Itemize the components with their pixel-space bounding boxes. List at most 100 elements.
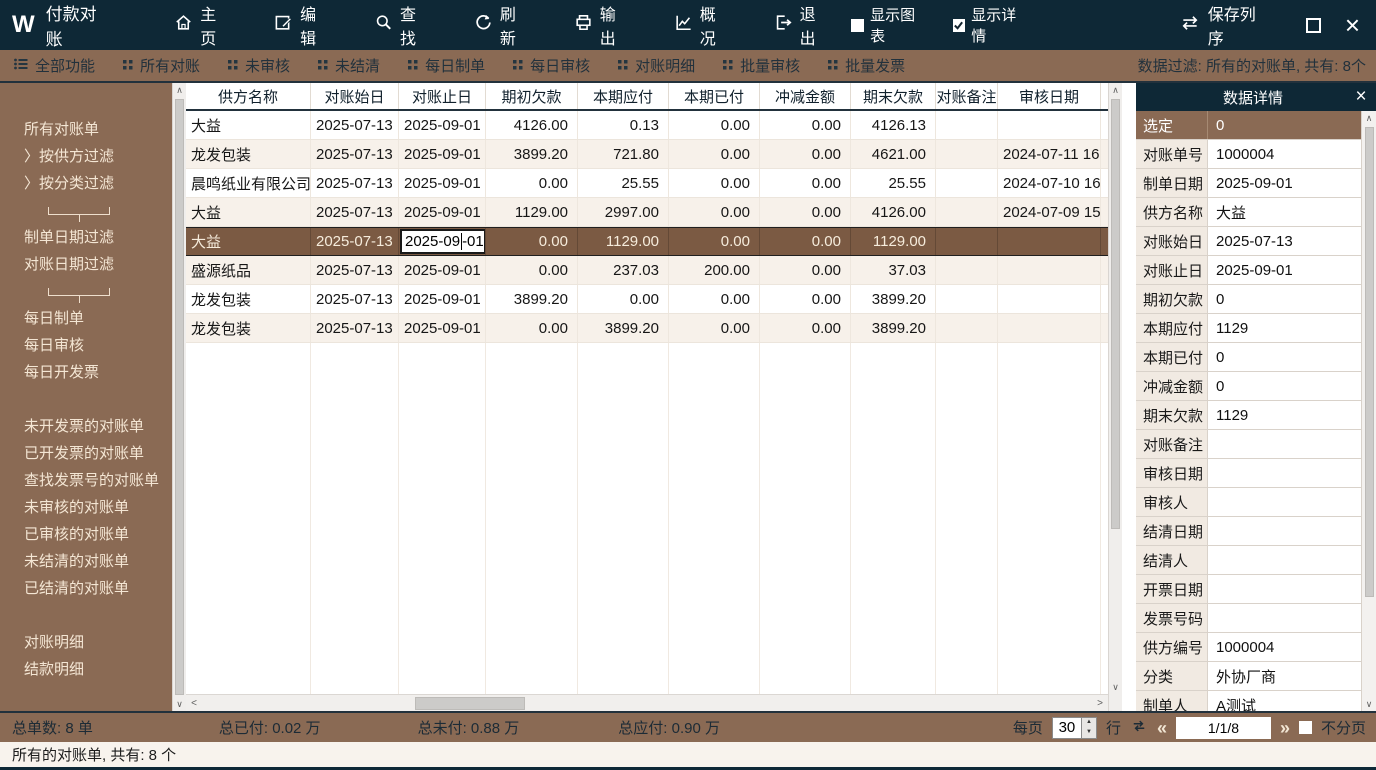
detail-field-value[interactable] xyxy=(1208,488,1361,516)
table-cell[interactable]: 2025-09-01 xyxy=(399,140,486,168)
sidebar-item[interactable]: 每日开发票 xyxy=(0,359,172,386)
table-cell[interactable]: 0.00 xyxy=(669,285,760,313)
table-cell[interactable]: 2025-07-13 xyxy=(311,314,399,342)
detail-field-value[interactable]: 1129 xyxy=(1208,401,1361,429)
close-icon[interactable]: × xyxy=(1346,86,1376,108)
toolbar-item-unsettled[interactable]: 未结清 xyxy=(304,55,394,76)
detail-field-row[interactable]: 选定0 xyxy=(1136,111,1361,140)
table-cell[interactable] xyxy=(936,285,998,313)
table-cell[interactable]: 2024-07-09 15:5 xyxy=(998,198,1101,226)
table-cell[interactable]: 0.00 xyxy=(760,169,851,197)
detail-field-row[interactable]: 本期应付1129 xyxy=(1136,314,1361,343)
table-cell[interactable]: 2025-07-13 xyxy=(311,140,399,168)
nav-output-button[interactable]: 输出 xyxy=(552,1,652,49)
table-cell[interactable] xyxy=(936,140,998,168)
table-row[interactable]: 龙发包装2025-07-132025-09-013899.20721.800.0… xyxy=(186,140,1108,169)
close-icon[interactable]: × xyxy=(1345,15,1360,35)
column-header[interactable]: 期末欠款 xyxy=(851,83,936,109)
table-cell[interactable]: 0.13 xyxy=(578,111,669,139)
table-cell[interactable]: 2025-07-13 xyxy=(311,198,399,226)
table-cell[interactable]: 3899.20 xyxy=(486,285,578,313)
table-cell[interactable]: 0.00 xyxy=(669,198,760,226)
detail-field-row[interactable]: 结清人 xyxy=(1136,546,1361,575)
table-row[interactable]: 晨鸣纸业有限公司2025-07-132025-09-010.0025.550.0… xyxy=(186,169,1108,198)
detail-field-row[interactable]: 供方编号1000004 xyxy=(1136,633,1361,662)
table-cell[interactable]: 0.00 xyxy=(486,169,578,197)
sidebar-item[interactable]: 结款明细 xyxy=(0,656,172,683)
table-cell[interactable]: 龙发包装 xyxy=(186,285,311,313)
table-cell[interactable]: 0.00 xyxy=(578,285,669,313)
sidebar-item[interactable]: 对账明细 xyxy=(0,629,172,656)
nav-overview-button[interactable]: 概况 xyxy=(652,1,752,49)
table-cell[interactable]: 2025-07-13 xyxy=(311,169,399,197)
detail-field-value[interactable]: 0 xyxy=(1208,372,1361,400)
detail-field-value[interactable]: 大益 xyxy=(1208,198,1361,226)
column-header[interactable]: 本期应付 xyxy=(578,83,669,109)
table-cell[interactable]: 2025-09-01 xyxy=(399,285,486,313)
toolbar-item-unaudited[interactable]: 未审核 xyxy=(214,55,304,76)
detail-field-value[interactable] xyxy=(1208,604,1361,632)
scroll-up-icon[interactable]: ∧ xyxy=(173,83,186,97)
column-header[interactable]: 冲减金额 xyxy=(760,83,851,109)
column-header[interactable]: 本期已付 xyxy=(669,83,760,109)
table-cell[interactable]: 0.00 xyxy=(760,285,851,313)
table-cell[interactable]: 4621.00 xyxy=(851,140,936,168)
table-cell[interactable]: 0.00 xyxy=(760,228,851,255)
table-horizontal-scrollbar[interactable]: < > xyxy=(186,694,1108,711)
sidebar-item[interactable]: 已开发票的对账单 xyxy=(0,440,172,467)
sidebar-item[interactable]: 未开发票的对账单 xyxy=(0,413,172,440)
checkbox-icon[interactable] xyxy=(953,19,966,32)
no-paging-checkbox[interactable] xyxy=(1299,721,1312,734)
table-cell[interactable]: 25.55 xyxy=(578,169,669,197)
sidebar-item[interactable]: 〉按分类过滤 xyxy=(0,170,172,197)
detail-field-row[interactable]: 期初欠款0 xyxy=(1136,285,1361,314)
detail-field-value[interactable] xyxy=(1208,517,1361,545)
table-vertical-scrollbar[interactable]: ∧ ∨ xyxy=(1108,83,1122,711)
detail-field-value[interactable]: 0 xyxy=(1208,343,1361,371)
table-cell[interactable]: 25.55 xyxy=(851,169,936,197)
toolbar-item-daily-audited[interactable]: 每日审核 xyxy=(499,55,604,76)
table-cell[interactable]: 37.03 xyxy=(851,256,936,284)
table-cell[interactable] xyxy=(936,169,998,197)
table-cell[interactable]: 200.00 xyxy=(669,256,760,284)
table-cell[interactable]: 1129.00 xyxy=(578,228,669,255)
table-cell[interactable]: 3899.20 xyxy=(851,285,936,313)
table-cell[interactable]: 2997.00 xyxy=(578,198,669,226)
table-cell[interactable]: 2025-09-01 xyxy=(399,314,486,342)
column-header[interactable]: 期初欠款 xyxy=(486,83,578,109)
scroll-down-icon[interactable]: ∨ xyxy=(1362,697,1376,711)
sidebar-item[interactable]: 每日制单 xyxy=(0,305,172,332)
table-cell[interactable]: 大益 xyxy=(186,228,311,255)
detail-field-row[interactable]: 对账单号1000004 xyxy=(1136,140,1361,169)
stepper-down-icon[interactable]: ▼ xyxy=(1082,728,1096,738)
table-cell[interactable] xyxy=(936,256,998,284)
table-row[interactable]: 大益2025-07-132025-09-011129.002997.000.00… xyxy=(186,198,1108,227)
table-row-selected[interactable]: 大益2025-07-132025-09-010.001129.000.000.0… xyxy=(186,227,1108,256)
per-page-stepper[interactable]: 30 ▲ ▼ xyxy=(1052,717,1097,739)
detail-field-row[interactable]: 冲减金额0 xyxy=(1136,372,1361,401)
detail-field-value[interactable]: 外协厂商 xyxy=(1208,662,1361,690)
scroll-down-icon[interactable]: ∨ xyxy=(173,697,186,711)
nav-edit-button[interactable]: 编辑 xyxy=(252,1,352,49)
detail-field-row[interactable]: 期末欠款1129 xyxy=(1136,401,1361,430)
column-header[interactable]: 供方名称 xyxy=(186,83,311,109)
sidebar-item[interactable]: 未审核的对账单 xyxy=(0,494,172,521)
detail-field-row[interactable]: 对账备注 xyxy=(1136,430,1361,459)
show-detail-toggle[interactable]: 显示详情 xyxy=(953,4,1030,46)
column-header[interactable]: 对账止日 xyxy=(399,83,486,109)
checkbox-icon[interactable] xyxy=(851,19,864,32)
table-cell[interactable]: 2024-07-10 16:4 xyxy=(998,169,1101,197)
per-page-value[interactable]: 30 xyxy=(1052,717,1082,739)
table-cell[interactable]: 2025-07-13 xyxy=(311,228,399,255)
detail-field-row[interactable]: 对账止日2025-09-01 xyxy=(1136,256,1361,285)
sidebar-item[interactable]: 制单日期过滤 xyxy=(0,224,172,251)
table-cell[interactable]: 4126.00 xyxy=(486,111,578,139)
table-cell[interactable]: 0.00 xyxy=(669,228,760,255)
prev-page-icon[interactable]: « xyxy=(1157,719,1167,737)
detail-field-row[interactable]: 供方名称大益 xyxy=(1136,198,1361,227)
scroll-up-icon[interactable]: ∧ xyxy=(1362,111,1376,125)
detail-field-row[interactable]: 结清日期 xyxy=(1136,517,1361,546)
sidebar-scrollbar[interactable]: ∧ ∨ xyxy=(172,83,186,711)
table-cell[interactable] xyxy=(936,228,998,255)
sidebar-item[interactable]: 所有对账单 xyxy=(0,116,172,143)
